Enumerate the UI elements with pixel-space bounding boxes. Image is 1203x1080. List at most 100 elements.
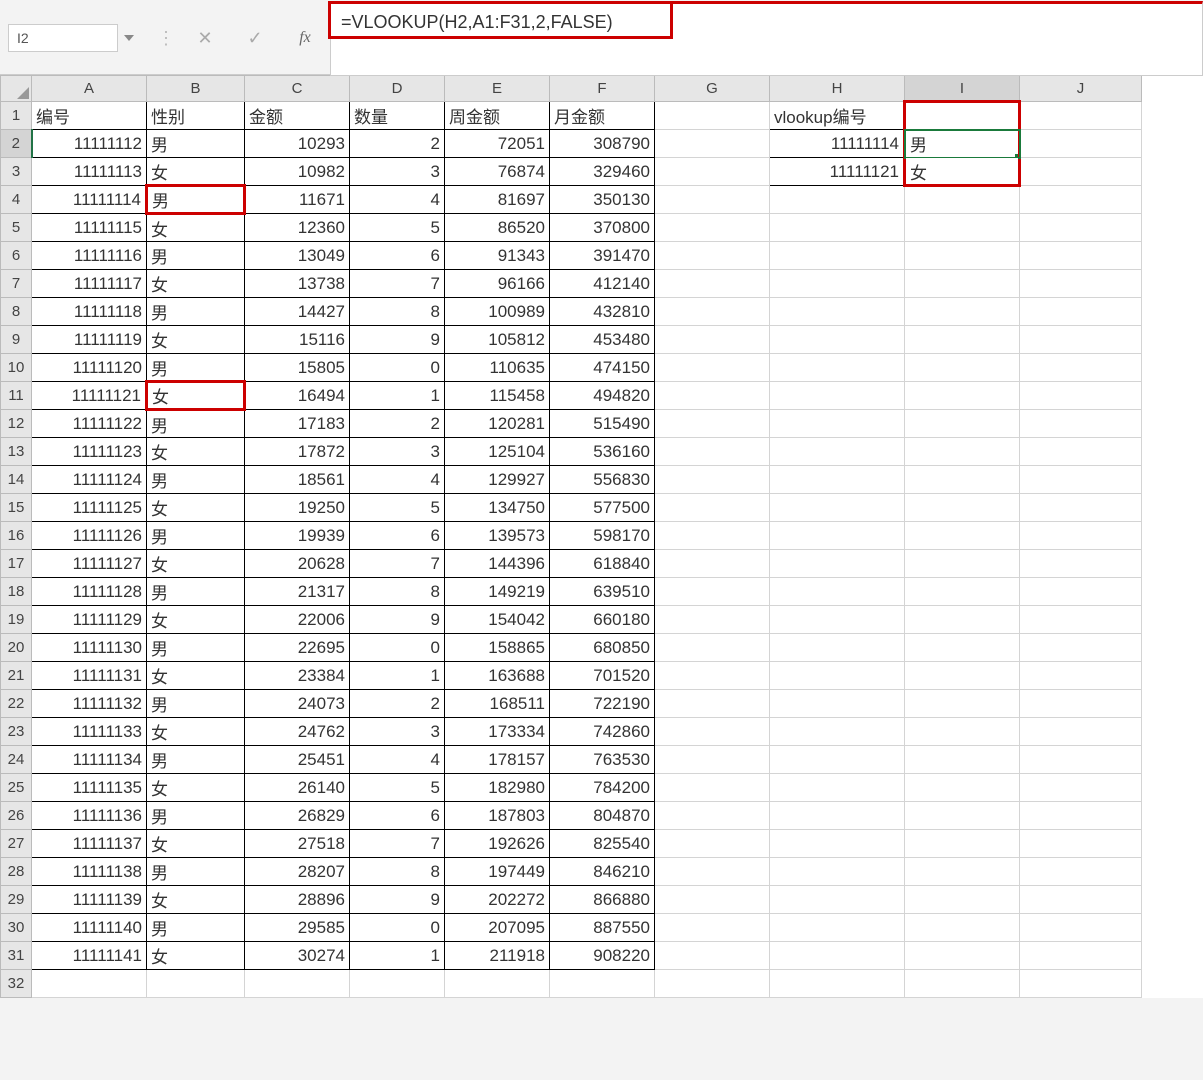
cell-G3[interactable] [655, 158, 770, 186]
cell-C15[interactable]: 19250 [245, 494, 350, 522]
row-header-26[interactable]: 26 [1, 802, 32, 830]
cell-D9[interactable]: 9 [350, 326, 445, 354]
cell-D14[interactable]: 4 [350, 466, 445, 494]
cell-I19[interactable] [905, 606, 1020, 634]
cell-G12[interactable] [655, 410, 770, 438]
cell-F5[interactable]: 370800 [550, 214, 655, 242]
cell-D22[interactable]: 2 [350, 690, 445, 718]
select-all-corner[interactable] [1, 76, 32, 102]
row-header-8[interactable]: 8 [1, 298, 32, 326]
cell-J17[interactable] [1020, 550, 1142, 578]
cell-E20[interactable]: 158865 [445, 634, 550, 662]
cell-D21[interactable]: 1 [350, 662, 445, 690]
cell-E6[interactable]: 91343 [445, 242, 550, 270]
cell-I27[interactable] [905, 830, 1020, 858]
cell-A6[interactable]: 11111116 [32, 242, 147, 270]
cell-E23[interactable]: 173334 [445, 718, 550, 746]
cell-E18[interactable]: 149219 [445, 578, 550, 606]
cell-B32[interactable] [147, 970, 245, 998]
row-header-25[interactable]: 25 [1, 774, 32, 802]
row-header-21[interactable]: 21 [1, 662, 32, 690]
cell-C13[interactable]: 17872 [245, 438, 350, 466]
cell-G24[interactable] [655, 746, 770, 774]
cell-H8[interactable] [770, 298, 905, 326]
cell-J29[interactable] [1020, 886, 1142, 914]
cell-A27[interactable]: 11111137 [32, 830, 147, 858]
cell-D12[interactable]: 2 [350, 410, 445, 438]
cell-G18[interactable] [655, 578, 770, 606]
cell-J21[interactable] [1020, 662, 1142, 690]
cell-A25[interactable]: 11111135 [32, 774, 147, 802]
cell-E16[interactable]: 139573 [445, 522, 550, 550]
cell-E15[interactable]: 134750 [445, 494, 550, 522]
cell-H12[interactable] [770, 410, 905, 438]
cell-I24[interactable] [905, 746, 1020, 774]
cell-D27[interactable]: 7 [350, 830, 445, 858]
cell-I6[interactable] [905, 242, 1020, 270]
cell-F24[interactable]: 763530 [550, 746, 655, 774]
cell-A3[interactable]: 11111113 [32, 158, 147, 186]
cell-D32[interactable] [350, 970, 445, 998]
column-header-D[interactable]: D [350, 76, 445, 102]
cell-H18[interactable] [770, 578, 905, 606]
cell-A2[interactable]: 11111112 [32, 130, 147, 158]
cell-A22[interactable]: 11111132 [32, 690, 147, 718]
cell-I5[interactable] [905, 214, 1020, 242]
cell-J10[interactable] [1020, 354, 1142, 382]
column-header-H[interactable]: H [770, 76, 905, 102]
cell-C23[interactable]: 24762 [245, 718, 350, 746]
cell-A30[interactable]: 11111140 [32, 914, 147, 942]
cell-H31[interactable] [770, 942, 905, 970]
cell-I2[interactable]: 男 [905, 130, 1020, 158]
cell-C19[interactable]: 22006 [245, 606, 350, 634]
column-header-F[interactable]: F [550, 76, 655, 102]
name-box-dropdown-icon[interactable] [124, 35, 134, 41]
cell-H24[interactable] [770, 746, 905, 774]
insert-function-button[interactable]: fx [280, 21, 330, 55]
row-header-17[interactable]: 17 [1, 550, 32, 578]
cell-J16[interactable] [1020, 522, 1142, 550]
cell-D24[interactable]: 4 [350, 746, 445, 774]
cell-B17[interactable]: 女 [147, 550, 245, 578]
cell-A21[interactable]: 11111131 [32, 662, 147, 690]
cell-F4[interactable]: 350130 [550, 186, 655, 214]
cell-G2[interactable] [655, 130, 770, 158]
cell-A5[interactable]: 11111115 [32, 214, 147, 242]
cell-C1[interactable]: 金额 [245, 102, 350, 130]
cell-I29[interactable] [905, 886, 1020, 914]
cell-G28[interactable] [655, 858, 770, 886]
cell-D5[interactable]: 5 [350, 214, 445, 242]
cell-F31[interactable]: 908220 [550, 942, 655, 970]
cell-H29[interactable] [770, 886, 905, 914]
cell-G8[interactable] [655, 298, 770, 326]
cell-I21[interactable] [905, 662, 1020, 690]
cell-J28[interactable] [1020, 858, 1142, 886]
cell-E11[interactable]: 115458 [445, 382, 550, 410]
cell-F26[interactable]: 804870 [550, 802, 655, 830]
cell-A4[interactable]: 11111114 [32, 186, 147, 214]
cell-C30[interactable]: 29585 [245, 914, 350, 942]
cell-B28[interactable]: 男 [147, 858, 245, 886]
cell-F2[interactable]: 308790 [550, 130, 655, 158]
cell-G10[interactable] [655, 354, 770, 382]
cell-C14[interactable]: 18561 [245, 466, 350, 494]
cell-C32[interactable] [245, 970, 350, 998]
row-header-1[interactable]: 1 [1, 102, 32, 130]
cell-A11[interactable]: 11111121 [32, 382, 147, 410]
cell-G27[interactable] [655, 830, 770, 858]
column-header-G[interactable]: G [655, 76, 770, 102]
cell-F27[interactable]: 825540 [550, 830, 655, 858]
cell-C20[interactable]: 22695 [245, 634, 350, 662]
cell-H15[interactable] [770, 494, 905, 522]
cell-G7[interactable] [655, 270, 770, 298]
cell-H5[interactable] [770, 214, 905, 242]
cell-H30[interactable] [770, 914, 905, 942]
cell-F22[interactable]: 722190 [550, 690, 655, 718]
row-header-14[interactable]: 14 [1, 466, 32, 494]
cell-I32[interactable] [905, 970, 1020, 998]
cell-A15[interactable]: 11111125 [32, 494, 147, 522]
cell-H3[interactable]: 11111121 [770, 158, 905, 186]
cell-D25[interactable]: 5 [350, 774, 445, 802]
cell-J15[interactable] [1020, 494, 1142, 522]
cell-F25[interactable]: 784200 [550, 774, 655, 802]
